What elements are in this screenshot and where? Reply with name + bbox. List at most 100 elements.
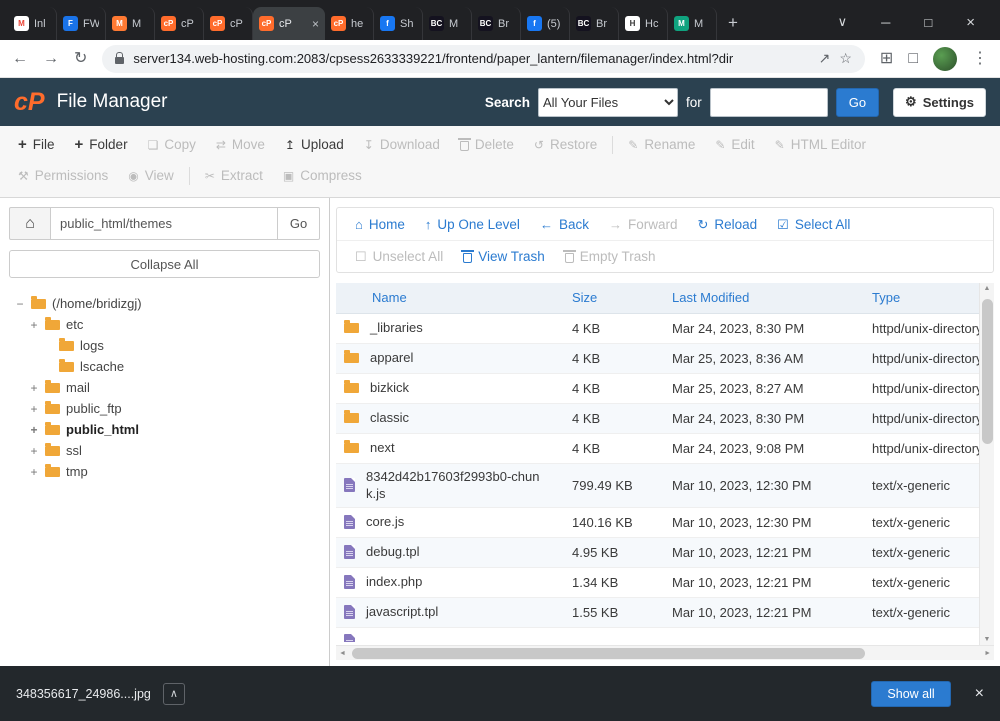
tab-close-icon[interactable]: × (312, 17, 319, 31)
fm-nav-back[interactable]: ←Back (530, 217, 599, 232)
bookmark-star-icon[interactable]: ☆ (839, 50, 852, 67)
toolbar-item-edit[interactable]: ✎Edit (705, 137, 764, 152)
scroll-left-icon[interactable]: ◄ (339, 650, 346, 657)
browser-tab-br[interactable]: BCBr (570, 7, 619, 40)
file-row-debug-tpl[interactable]: debug.tpl4.95 KBMar 10, 2023, 12:21 PMte… (336, 537, 979, 567)
profile-avatar[interactable] (933, 47, 957, 71)
tree-toggle[interactable]: + (29, 381, 39, 395)
path-go-button[interactable]: Go (278, 207, 320, 240)
toolbar-item-file[interactable]: +File (8, 137, 65, 152)
file-row-8342d42b17603f2993b0-chunk-js[interactable]: 8342d42b17603f2993b0-chunk.js799.49 KBMa… (336, 463, 979, 507)
browser-forward-icon[interactable]: → (43, 51, 59, 67)
browser-tab-m[interactable]: MM (106, 7, 155, 40)
settings-button[interactable]: ⚙ Settings (893, 88, 986, 117)
browser-tab-he[interactable]: cPhe (325, 7, 374, 40)
fm-nav-view-trash[interactable]: View Trash (453, 249, 555, 264)
scroll-down-icon[interactable]: ▼ (984, 636, 991, 643)
search-go-button[interactable]: Go (836, 88, 879, 117)
toolbar-item-restore[interactable]: ↺Restore (524, 137, 607, 152)
browser-tab-inl[interactable]: MInl (8, 7, 57, 40)
toolbar-item-extract[interactable]: ✂Extract (195, 168, 273, 183)
omnibox[interactable]: server134.web-hosting.com:2083/cpsess263… (102, 45, 865, 73)
toolbar-item-upload[interactable]: ↥Upload (275, 137, 354, 152)
fm-nav-up-one-level[interactable]: ↑Up One Level (415, 217, 530, 232)
file-row-javascript-tpl[interactable]: javascript.tpl1.55 KBMar 10, 2023, 12:21… (336, 597, 979, 627)
browser-reload-icon[interactable]: ↻ (74, 51, 87, 67)
show-all-button[interactable]: Show all (871, 681, 950, 707)
download-item[interactable]: 348356617_24986....jpg ∧ (16, 683, 185, 705)
tree-item-logs[interactable]: logs (9, 335, 320, 356)
browser-tab-fw[interactable]: FFW (57, 7, 106, 40)
browser-tab-sh[interactable]: fSh (374, 7, 423, 40)
file-row-libraries[interactable]: _libraries4 KBMar 24, 2023, 8:30 PMhttpd… (336, 313, 979, 343)
side-panel-icon[interactable]: □ (908, 51, 918, 67)
fm-nav-empty-trash[interactable]: Empty Trash (555, 249, 666, 264)
scroll-right-icon[interactable]: ► (984, 650, 991, 657)
column-header-size[interactable]: Size (564, 283, 664, 313)
tree-item-home-bridizgj[interactable]: −(/home/bridizgj) (9, 293, 320, 314)
tree-toggle[interactable]: + (29, 444, 39, 458)
browser-tab-hc[interactable]: HHc (619, 7, 668, 40)
maximize-button[interactable]: □ (907, 11, 949, 34)
sidebar-home-button[interactable]: ⌂ (9, 207, 51, 240)
download-filename[interactable]: 348356617_24986....jpg (16, 687, 151, 701)
file-row-bizkick[interactable]: bizkick4 KBMar 25, 2023, 8:27 AMhttpd/un… (336, 373, 979, 403)
tree-item-mail[interactable]: +mail (9, 377, 320, 398)
column-header-name[interactable]: Name (336, 283, 564, 313)
tree-item-public-ftp[interactable]: +public_ftp (9, 398, 320, 419)
column-header-type[interactable]: Type (864, 283, 979, 313)
search-scope-select[interactable]: All Your Files (538, 88, 678, 117)
tree-item-ssl[interactable]: +ssl (9, 440, 320, 461)
toolbar-item-delete[interactable]: Delete (450, 137, 524, 152)
scroll-up-icon[interactable]: ▲ (984, 285, 991, 292)
browser-tab-br[interactable]: BCBr (472, 7, 521, 40)
tree-toggle[interactable]: − (15, 297, 25, 311)
tree-item-lscache[interactable]: lscache (9, 356, 320, 377)
new-tab-button[interactable]: + (717, 13, 749, 33)
file-row-classic[interactable]: classic4 KBMar 24, 2023, 8:30 PMhttpd/un… (336, 403, 979, 433)
toolbar-item-view[interactable]: ◉View (118, 168, 184, 183)
toolbar-item-copy[interactable]: ❏Copy (138, 137, 206, 152)
vertical-scroll-thumb[interactable] (982, 299, 993, 444)
minimize-button[interactable]: ─ (864, 11, 907, 34)
fm-nav-forward[interactable]: →Forward (599, 217, 688, 232)
close-window-button[interactable]: × (949, 10, 992, 35)
url-text[interactable]: server134.web-hosting.com:2083/cpsess263… (133, 51, 809, 66)
tree-toggle[interactable]: + (29, 465, 39, 479)
fm-nav-unselect-all[interactable]: ☐Unselect All (345, 249, 453, 264)
collapse-all-button[interactable]: Collapse All (9, 250, 320, 278)
download-caret-button[interactable]: ∧ (163, 683, 185, 705)
column-header-last-modified[interactable]: Last Modified (664, 283, 864, 313)
fm-nav-home[interactable]: ⌂Home (345, 217, 415, 232)
file-row-apparel[interactable]: apparel4 KBMar 25, 2023, 8:36 AMhttpd/un… (336, 343, 979, 373)
fm-nav-reload[interactable]: ↻Reload (687, 217, 767, 232)
horizontal-scroll-thumb[interactable] (352, 648, 865, 659)
toolbar-item-rename[interactable]: ✎Rename (618, 137, 705, 152)
browser-tab-m[interactable]: BCM (423, 7, 472, 40)
tree-toggle[interactable]: + (29, 423, 39, 437)
vertical-scrollbar[interactable]: ▲ ▼ (979, 283, 994, 645)
tab-search-chevron-icon[interactable]: ∨ (821, 10, 865, 34)
tree-item-public-html[interactable]: +public_html (9, 419, 320, 440)
file-row-index-php[interactable]: index.php1.34 KBMar 10, 2023, 12:21 PMte… (336, 567, 979, 597)
share-icon[interactable]: ↗ (819, 50, 831, 67)
toolbar-item-folder[interactable]: +Folder (65, 137, 138, 152)
tree-toggle[interactable]: + (29, 402, 39, 416)
tree-item-etc[interactable]: +etc (9, 314, 320, 335)
toolbar-item-download[interactable]: ↧Download (354, 137, 450, 152)
fm-nav-select-all[interactable]: ☑Select All (767, 217, 860, 232)
browser-tab-5[interactable]: f(5) (521, 7, 570, 40)
search-input[interactable] (710, 88, 828, 117)
browser-tab-cp[interactable]: cPcP (204, 7, 253, 40)
browser-tab-cp[interactable]: cPcP× (253, 7, 325, 40)
shelf-close-icon[interactable]: × (975, 685, 984, 703)
browser-tab-m[interactable]: MM (668, 7, 717, 40)
tree-item-tmp[interactable]: +tmp (9, 461, 320, 482)
file-row-core-js[interactable]: core.js140.16 KBMar 10, 2023, 12:30 PMte… (336, 507, 979, 537)
toolbar-item-html-editor[interactable]: ✎HTML Editor (765, 137, 876, 152)
toolbar-item-compress[interactable]: ▣Compress (273, 168, 372, 183)
horizontal-scrollbar[interactable]: ◄ ► (336, 645, 994, 660)
cpanel-logo[interactable]: cP (14, 90, 45, 115)
tree-toggle[interactable]: + (29, 318, 39, 332)
toolbar-item-permissions[interactable]: ⚒Permissions (8, 168, 118, 183)
